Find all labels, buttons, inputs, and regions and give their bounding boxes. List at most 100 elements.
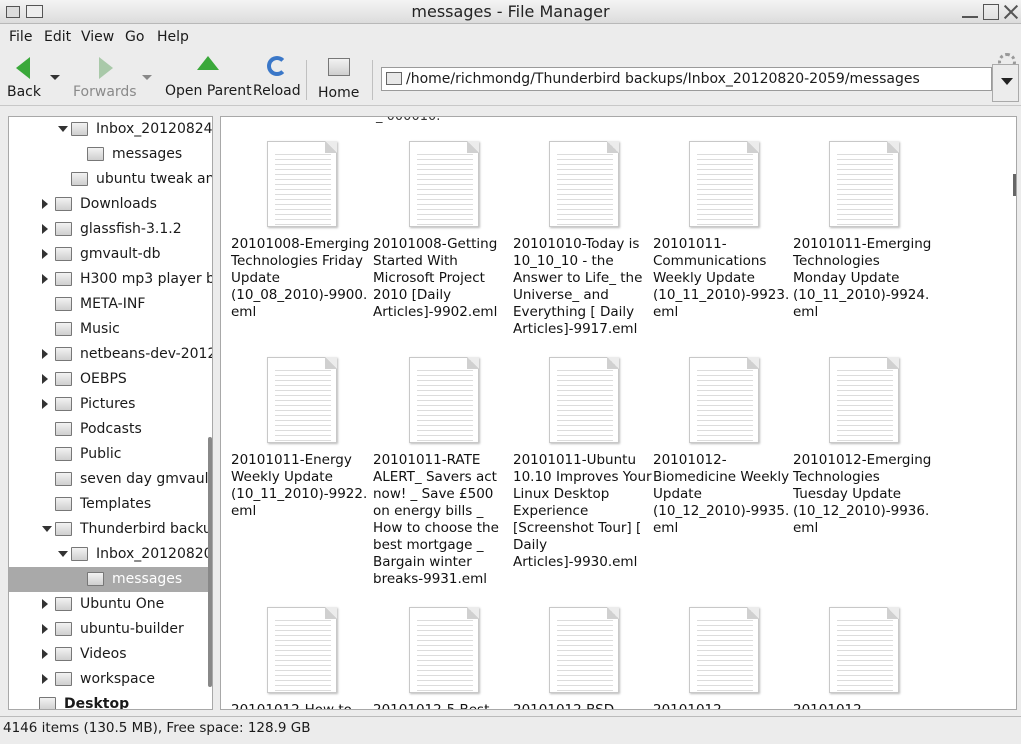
sidebar-item[interactable]: Music (9, 317, 212, 342)
sidebar-item[interactable]: ubuntu-builder (9, 617, 212, 642)
open-parent-button[interactable]: Open Parent (165, 56, 252, 99)
sidebar-item-label: Templates (80, 496, 152, 512)
document-icon (409, 357, 479, 443)
folder-icon (55, 622, 72, 636)
sidebar-item[interactable]: workspace (9, 667, 212, 692)
sidebar-item[interactable]: gmvault-db (9, 242, 212, 267)
maximize-icon[interactable] (983, 4, 999, 20)
sidebar-item[interactable]: netbeans-dev-2012070 (9, 342, 212, 367)
sidebar-item-label: H300 mp3 player backu (80, 271, 212, 287)
sidebar-item[interactable]: Thunderbird backups (9, 517, 212, 542)
sidebar-item[interactable]: Inbox_20120824-1 (9, 117, 212, 142)
expander-open-icon[interactable] (42, 526, 52, 532)
folder-icon (55, 372, 72, 386)
folder-icon (71, 172, 88, 186)
folder-icon (55, 297, 72, 311)
menu-view[interactable]: View (81, 29, 114, 45)
folder-icon (55, 397, 72, 411)
sidebar-item[interactable]: Templates (9, 492, 212, 517)
menu-bar: File Edit View Go Help (0, 25, 1021, 71)
file-name: 20101008-Emerging Technologies Friday Up… (231, 236, 370, 320)
menu-go[interactable]: Go (125, 29, 144, 45)
toolbar-separator (306, 60, 307, 100)
sidebar-item-label: Public (80, 446, 122, 462)
sidebar-item[interactable]: Inbox_20120820-205 (9, 542, 212, 567)
expander-closed-icon[interactable] (42, 249, 48, 259)
expander-closed-icon[interactable] (42, 624, 48, 634)
expander-open-icon[interactable] (58, 551, 68, 557)
file-name: 20101010-Today is 10_10_10 - the Answer … (513, 236, 643, 337)
sidebar-item[interactable]: Podcasts (9, 417, 212, 442)
sidebar-item[interactable]: seven day gmvault bac (9, 467, 213, 492)
expander-closed-icon[interactable] (42, 674, 48, 684)
location-dropdown-button[interactable] (992, 64, 1019, 102)
home-button[interactable]: Home (318, 56, 359, 101)
sidebar-item[interactable]: ubuntu tweak and sc (9, 167, 212, 192)
folder-icon (55, 472, 72, 486)
location-bar[interactable]: /home/richmondg/Thunderbird backups/Inbo… (381, 67, 992, 91)
expander-closed-icon[interactable] (42, 649, 48, 659)
back-button[interactable]: Back (7, 56, 41, 100)
status-bar: 4146 items (130.5 MB), Free space: 128.9… (0, 716, 1021, 738)
sidebar-item-label: gmvault-db (80, 246, 161, 262)
sidebar-item-label: Podcasts (80, 421, 142, 437)
sidebar-scrollbar[interactable] (208, 437, 212, 687)
partial-file-label: _ 000010. (376, 116, 441, 124)
location-path[interactable]: /home/richmondg/Thunderbird backups/Inbo… (406, 71, 920, 87)
sidebar-item[interactable]: OEBPS (9, 367, 212, 392)
directory-tree[interactable]: Inbox_20120824-1 messages ubuntu tweak and… (8, 116, 213, 710)
expander-closed-icon[interactable] (42, 374, 48, 384)
sidebar-item[interactable]: Downloads (9, 192, 212, 217)
sidebar-item[interactable]: messages (9, 567, 212, 592)
folder-icon (87, 147, 104, 161)
sidebar-item[interactable]: H300 mp3 player backu (9, 267, 212, 292)
file-view-scrollbar[interactable] (1013, 174, 1016, 196)
sidebar-item[interactable]: Ubuntu One (9, 592, 212, 617)
expander-closed-icon[interactable] (42, 599, 48, 609)
close-icon[interactable] (1003, 4, 1019, 20)
back-arrow-icon (12, 57, 36, 81)
reload-button[interactable]: Reload (253, 56, 301, 99)
sidebar-item-label: seven day gmvault bac (80, 471, 213, 487)
sidebar-item[interactable]: Pictures (9, 392, 212, 417)
sidebar-item[interactable]: Public (9, 442, 212, 467)
sidebar-item-label: ubuntu tweak and sc (96, 171, 212, 187)
expander-closed-icon[interactable] (42, 274, 48, 284)
expander-closed-icon[interactable] (42, 199, 48, 209)
menu-help[interactable]: Help (157, 29, 189, 45)
title-bar: messages - File Manager (0, 0, 1021, 24)
folder-icon (55, 597, 72, 611)
forwards-button[interactable]: Forwards (73, 56, 137, 100)
file-name: 20101012-Biomedicine Weekly Update (10_1… (653, 452, 790, 536)
document-icon (267, 357, 337, 443)
back-history-dropdown-icon[interactable] (50, 75, 60, 80)
folder-icon (55, 647, 72, 661)
menu-file[interactable]: File (9, 29, 32, 45)
expander-closed-icon[interactable] (42, 349, 48, 359)
menu-edit[interactable]: Edit (44, 29, 71, 45)
sidebar-item[interactable]: glassfish-3.1.2 (9, 217, 212, 242)
sidebar-item[interactable]: Desktop (9, 692, 212, 709)
document-icon (549, 141, 619, 227)
sidebar-item[interactable]: messages (9, 142, 212, 167)
forward-history-dropdown-icon[interactable] (142, 75, 152, 80)
expander-closed-icon[interactable] (42, 224, 48, 234)
file-name: 20101011-Emerging Technologies Monday Up… (793, 236, 932, 320)
folder-icon (55, 197, 72, 211)
folder-icon (386, 72, 402, 85)
file-view[interactable]: _ 000010. 20101008-Emerging Technologies… (220, 116, 1017, 710)
document-icon (267, 141, 337, 227)
sidebar-item[interactable]: META-INF (9, 292, 212, 317)
document-icon (409, 141, 479, 227)
expander-open-icon[interactable] (58, 126, 68, 132)
document-icon (549, 357, 619, 443)
document-icon (267, 607, 337, 693)
document-icon (689, 607, 759, 693)
minimize-icon[interactable] (962, 4, 978, 18)
expander-closed-icon[interactable] (42, 399, 48, 409)
sidebar-item-label: netbeans-dev-2012070 (80, 346, 212, 362)
sidebar-item[interactable]: Videos (9, 642, 212, 667)
folder-icon (55, 222, 72, 236)
back-label: Back (7, 84, 41, 100)
document-icon (409, 607, 479, 693)
